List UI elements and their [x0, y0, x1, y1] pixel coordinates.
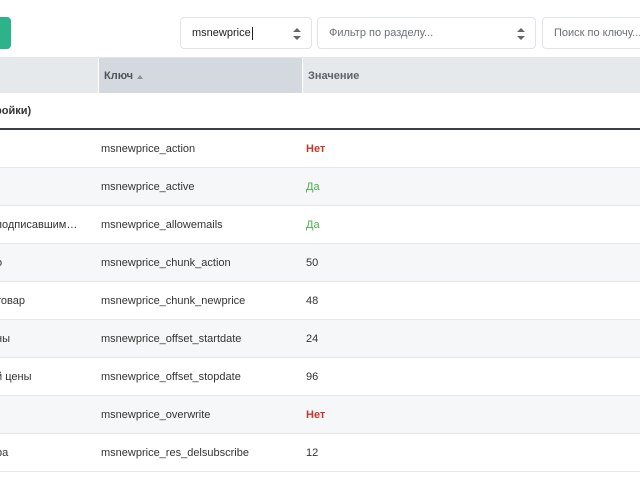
- toolbar: msnewprice Фильтр по разделу... Поиск по…: [0, 0, 640, 58]
- setting-value[interactable]: 12: [306, 434, 636, 471]
- setting-value[interactable]: Да: [306, 168, 636, 205]
- setting-value[interactable]: 50: [306, 244, 636, 281]
- table-row[interactable]: ра msnewprice_res_delsubscribe 12: [0, 434, 640, 472]
- table-row[interactable]: о msnewprice_chunk_action 50: [0, 244, 640, 282]
- column-header-key-label: Ключ: [104, 70, 134, 82]
- setting-name: й цены: [0, 370, 32, 383]
- area-filter-select[interactable]: Фильтр по разделу...: [317, 17, 536, 49]
- key-search-input[interactable]: Поиск по ключу...: [542, 17, 640, 49]
- setting-value[interactable]: 48: [306, 282, 636, 319]
- settings-table-body: msnewprice_action Нет msnewprice_active Да п…: [0, 130, 640, 472]
- setting-key: msnewprice_chunk_action: [101, 256, 231, 269]
- column-header-key[interactable]: Ключ: [98, 58, 303, 94]
- setting-key: msnewprice_chunk_newprice: [101, 294, 246, 307]
- group-label: ройки): [0, 104, 32, 117]
- setting-key: msnewprice_action: [101, 142, 196, 155]
- setting-name-cell: й цены: [0, 358, 88, 395]
- setting-value[interactable]: Нет: [306, 130, 636, 167]
- table-row[interactable]: товар msnewprice_chunk_newprice 48: [0, 282, 640, 320]
- column-header-name[interactable]: [0, 58, 98, 94]
- namespace-select[interactable]: msnewprice: [180, 17, 312, 49]
- namespace-value: msnewprice: [192, 27, 251, 39]
- setting-name-cell: товар: [0, 282, 88, 319]
- group-row[interactable]: ройки): [0, 93, 640, 130]
- text-caret: [251, 26, 253, 40]
- table-row[interactable]: msnewprice_active Да: [0, 168, 640, 206]
- sort-asc-icon: [137, 74, 144, 79]
- column-header-value[interactable]: Значение: [304, 58, 640, 94]
- setting-key: msnewprice_offset_stopdate: [101, 370, 241, 383]
- table-row[interactable]: подписавшим… msnewprice_allowemails Да: [0, 206, 640, 244]
- table-row[interactable]: msnewprice_action Нет: [0, 130, 640, 168]
- setting-value[interactable]: 24: [306, 320, 636, 357]
- setting-key: msnewprice_allowemails: [101, 218, 223, 231]
- area-filter-placeholder: Фильтр по разделу...: [329, 27, 434, 39]
- setting-name: подписавшим…: [0, 218, 78, 231]
- setting-name-cell: [0, 130, 88, 167]
- setting-value[interactable]: 96: [306, 358, 636, 395]
- select-arrows-icon: [293, 27, 301, 41]
- setting-name: ны: [0, 332, 10, 345]
- key-search-placeholder: Поиск по ключу...: [554, 27, 640, 39]
- setting-name: товар: [0, 294, 25, 307]
- setting-key: msnewprice_res_delsubscribe: [101, 446, 249, 459]
- setting-key: msnewprice_overwrite: [101, 408, 211, 421]
- select-arrows-icon: [517, 27, 525, 41]
- setting-key: msnewprice_offset_startdate: [101, 332, 242, 345]
- setting-key: msnewprice_active: [101, 180, 195, 193]
- setting-name-cell: ра: [0, 434, 88, 471]
- table-row[interactable]: msnewprice_overwrite Нет: [0, 396, 640, 434]
- setting-name-cell: ны: [0, 320, 88, 357]
- setting-name-cell: подписавшим…: [0, 206, 88, 243]
- setting-name-cell: о: [0, 244, 88, 281]
- table-row[interactable]: й цены msnewprice_offset_stopdate 96: [0, 358, 640, 396]
- create-button[interactable]: [0, 17, 11, 49]
- table-row[interactable]: ны msnewprice_offset_startdate 24: [0, 320, 640, 358]
- setting-name: о: [0, 257, 2, 269]
- setting-value[interactable]: Нет: [306, 396, 636, 433]
- setting-name-cell: [0, 168, 88, 205]
- table-header: Ключ Значение: [0, 57, 640, 94]
- setting-value[interactable]: Да: [306, 206, 636, 243]
- setting-name-cell: [0, 396, 88, 433]
- setting-name: ра: [0, 446, 9, 459]
